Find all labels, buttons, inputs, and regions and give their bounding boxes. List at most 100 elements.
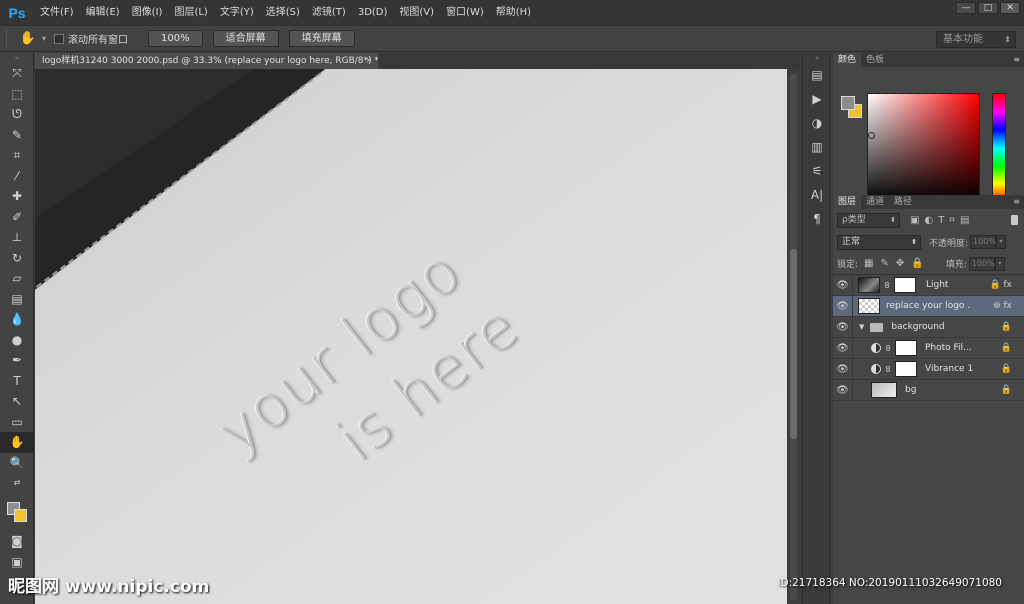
layer-group-row[interactable]: 👁 ▼ background 🔒: [833, 316, 1024, 338]
zoom-100-button[interactable]: 100%: [148, 30, 203, 47]
screen-mode-icon[interactable]: ▣: [0, 552, 34, 573]
filter-pixel-icon[interactable]: ▣: [910, 215, 919, 226]
layer-row-selected[interactable]: 👁 replace your logo ... ⊛ fx: [833, 295, 1024, 317]
path-select-tool-icon[interactable]: ↖: [0, 391, 34, 412]
opacity-input[interactable]: 100%: [970, 235, 997, 249]
adjustments-icon[interactable]: ◑: [803, 111, 831, 135]
type-tool-icon[interactable]: T: [0, 371, 34, 392]
quick-mask-icon[interactable]: ◙: [0, 531, 34, 552]
layer-row[interactable]: 👁 8 Light 🔒 fx: [833, 274, 1024, 296]
character-icon[interactable]: A|: [803, 183, 831, 207]
brush-tool-icon[interactable]: ✐: [0, 207, 34, 228]
scrollbar-thumb[interactable]: [790, 249, 797, 439]
history-brush-tool-icon[interactable]: ↻: [0, 248, 34, 269]
gradient-tool-icon[interactable]: ▤: [0, 289, 34, 310]
quick-select-tool-icon[interactable]: ✎: [0, 125, 34, 146]
visibility-eye-icon[interactable]: 👁: [833, 337, 853, 359]
lock-position-icon[interactable]: ✥: [896, 258, 904, 269]
menu-type[interactable]: 文字(Y): [214, 0, 260, 25]
hand-tool-icon[interactable]: ✋: [0, 432, 34, 453]
filter-smart-object-icon[interactable]: ▤: [960, 215, 969, 226]
options-grip[interactable]: [6, 29, 14, 48]
toolbar-collapse-icon[interactable]: »: [0, 53, 34, 63]
blur-tool-icon[interactable]: 💧: [0, 309, 34, 330]
tab-color[interactable]: 颜色: [833, 53, 862, 67]
layer-row[interactable]: 👁 bg 🔒: [833, 379, 1024, 401]
menu-view[interactable]: 视图(V): [393, 0, 440, 25]
mask-link-icon[interactable]: 8: [884, 344, 892, 353]
dodge-tool-icon[interactable]: ●: [0, 330, 34, 351]
fill-dropdown-icon[interactable]: ▾: [994, 256, 1005, 271]
menu-filter[interactable]: 滤镜(T): [306, 0, 352, 25]
layer-mask-thumbnail[interactable]: [895, 361, 917, 377]
actions-icon[interactable]: ▶: [803, 87, 831, 111]
swap-colors-icon[interactable]: ⇄: [0, 473, 34, 491]
filter-type-icon[interactable]: T: [938, 215, 944, 226]
color-picker-cursor[interactable]: [868, 132, 875, 139]
layer-row[interactable]: 👁 8 Vibrance 1 🔒: [833, 358, 1024, 380]
visibility-eye-icon[interactable]: 👁: [833, 379, 853, 401]
tab-layers[interactable]: 图层: [833, 195, 862, 209]
scroll-all-windows-checkbox[interactable]: [54, 33, 65, 44]
layer-row[interactable]: 👁 8 Photo Fil... 🔒: [833, 337, 1024, 359]
lock-pixels-icon[interactable]: ✎: [881, 258, 889, 269]
fit-screen-button[interactable]: 适合屏幕: [212, 30, 279, 47]
color-picker-field[interactable]: [867, 93, 980, 203]
layer-mask-thumbnail[interactable]: [895, 340, 917, 356]
visibility-eye-icon[interactable]: 👁: [833, 316, 853, 338]
healing-brush-tool-icon[interactable]: ✚: [0, 186, 34, 207]
color-panel-foreground-swatch[interactable]: [841, 96, 855, 110]
brushes-icon[interactable]: ⚟: [803, 159, 831, 183]
document-canvas[interactable]: your logo is here: [35, 69, 787, 604]
close-button[interactable]: ✕: [1000, 2, 1020, 14]
tab-channels[interactable]: 通道: [861, 195, 889, 209]
menu-3d[interactable]: 3D(D): [352, 0, 394, 25]
chevron-down-icon[interactable]: ▾: [42, 34, 46, 43]
mask-link-icon[interactable]: 8: [883, 281, 891, 290]
fill-input[interactable]: 100%: [968, 256, 995, 271]
paragraph-icon[interactable]: ¶: [803, 207, 831, 231]
layer-mask-thumbnail[interactable]: [894, 277, 916, 293]
eraser-tool-icon[interactable]: ▱: [0, 268, 34, 289]
menu-layer[interactable]: 图层(L): [168, 0, 213, 25]
visibility-eye-icon[interactable]: 👁: [833, 295, 853, 317]
properties-icon[interactable]: ▥: [803, 135, 831, 159]
restore-button[interactable]: □: [978, 2, 998, 14]
menu-image[interactable]: 图像(I): [126, 0, 169, 25]
tab-swatches[interactable]: 色板: [861, 53, 889, 67]
lock-all-icon[interactable]: 🔒: [911, 258, 923, 269]
blend-mode-select[interactable]: 正常 ⬍: [837, 234, 921, 250]
document-tab[interactable]: logo样机31240 3000 2000.psd @ 33.3% (repla…: [35, 53, 378, 69]
menu-file[interactable]: 文件(F): [34, 0, 80, 25]
opacity-dropdown-icon[interactable]: ▾: [996, 235, 1007, 249]
filter-shape-icon[interactable]: ⌗: [949, 215, 955, 226]
panel-menu-icon[interactable]: ≡: [1013, 53, 1020, 67]
hue-slider[interactable]: [992, 93, 1006, 203]
pen-tool-icon[interactable]: ✒: [0, 350, 34, 371]
vertical-scrollbar[interactable]: [787, 69, 800, 604]
move-tool-icon[interactable]: ⤧: [0, 63, 34, 84]
rectangle-tool-icon[interactable]: ▭: [0, 412, 34, 433]
filter-toggle[interactable]: [1011, 215, 1018, 225]
fill-screen-button[interactable]: 填充屏幕: [288, 30, 355, 47]
menu-help[interactable]: 帮助(H): [490, 0, 537, 25]
visibility-eye-icon[interactable]: 👁: [833, 274, 853, 296]
lasso-tool-icon[interactable]: ᘎ: [0, 104, 34, 125]
hand-tool-preset-icon[interactable]: ✋: [14, 31, 42, 46]
mask-link-icon[interactable]: 8: [884, 365, 892, 374]
history-icon[interactable]: ▤: [803, 63, 831, 87]
tab-paths[interactable]: 路径: [889, 195, 917, 209]
filter-adjustment-icon[interactable]: ◐: [924, 215, 933, 226]
close-icon[interactable]: ×: [365, 53, 373, 69]
menu-select[interactable]: 选择(S): [260, 0, 306, 25]
background-color-swatch[interactable]: [14, 509, 27, 522]
clone-stamp-tool-icon[interactable]: ⊥: [0, 227, 34, 248]
menu-window[interactable]: 窗口(W): [440, 0, 490, 25]
panel-menu-icon[interactable]: ≡: [1013, 195, 1020, 209]
lock-transparent-icon[interactable]: ▦: [864, 258, 873, 269]
layer-kind-filter[interactable]: ρ类型 ⬍: [837, 212, 900, 228]
menu-edit[interactable]: 编辑(E): [80, 0, 126, 25]
eyedropper-tool-icon[interactable]: ⁄: [0, 166, 34, 187]
strip-collapse-icon[interactable]: «: [803, 53, 831, 63]
marquee-tool-icon[interactable]: ⬚: [0, 84, 34, 105]
